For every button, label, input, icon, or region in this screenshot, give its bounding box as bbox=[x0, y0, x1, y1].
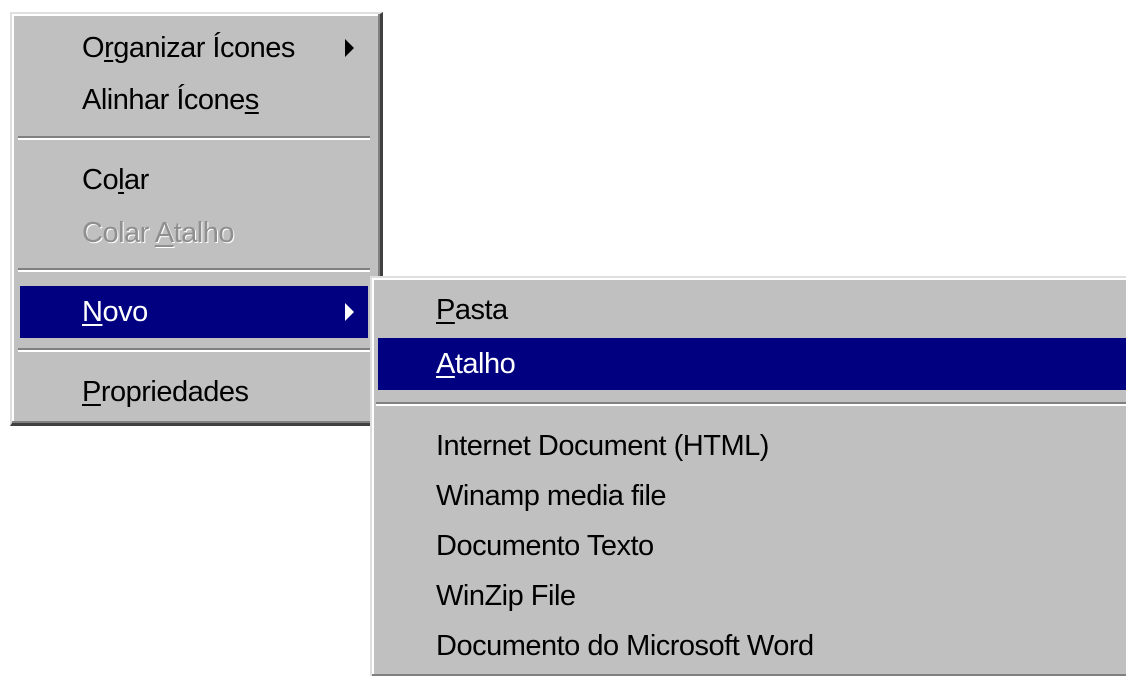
menu-item-label: Internet Document (HTML) bbox=[436, 430, 769, 462]
menu-separator bbox=[18, 136, 370, 140]
menu-item-label: Colar bbox=[82, 217, 155, 249]
menu-item-propriedades[interactable]: Propriedades bbox=[20, 366, 368, 418]
menu-item-label: Winamp media file bbox=[436, 480, 667, 512]
access-key: s bbox=[244, 84, 260, 116]
submenu-item-documento-texto[interactable]: Documento Texto bbox=[378, 520, 1126, 572]
menu-item-label: ovo bbox=[102, 296, 148, 328]
menu-item-novo[interactable]: Novo bbox=[20, 286, 368, 338]
menu-item-alinhar-icones[interactable]: Alinhar Ícones bbox=[20, 74, 368, 126]
access-key: N bbox=[82, 296, 103, 328]
menu-item-colar-atalho: Colar Atalho bbox=[20, 207, 368, 259]
desktop-context-menu: Organizar Ícones Alinhar Ícones Colar Co… bbox=[10, 12, 383, 426]
submenu-arrow-icon bbox=[345, 39, 354, 57]
submenu-item-winzip-file[interactable]: WinZip File bbox=[378, 570, 1126, 622]
submenu-item-atalho[interactable]: Atalho bbox=[378, 338, 1126, 390]
access-key: P bbox=[82, 376, 101, 408]
access-key: A bbox=[154, 217, 174, 249]
menu-item-label: ropriedades bbox=[100, 376, 249, 408]
menu-item-label: talho bbox=[173, 217, 235, 249]
submenu-arrow-icon bbox=[345, 303, 354, 321]
submenu-item-pasta[interactable]: Pasta bbox=[378, 284, 1126, 336]
access-key: r bbox=[104, 32, 114, 64]
menu-item-colar[interactable]: Colar bbox=[20, 154, 368, 206]
menu-item-label: asta bbox=[454, 294, 508, 326]
menu-separator bbox=[18, 348, 370, 352]
access-key: P bbox=[436, 294, 455, 326]
menu-item-label: ganizar Ícones bbox=[113, 32, 295, 64]
menu-item-label: talho bbox=[454, 348, 516, 380]
menu-item-label: Alinhar Ícone bbox=[82, 84, 245, 116]
submenu-item-winamp-media-file[interactable]: Winamp media file bbox=[378, 470, 1126, 522]
menu-item-label: O bbox=[82, 32, 105, 64]
submenu-item-internet-document[interactable]: Internet Document (HTML) bbox=[378, 420, 1126, 472]
menu-item-label: Documento do Microsoft Word bbox=[436, 630, 814, 662]
menu-item-organizar-icones[interactable]: Organizar Ícones bbox=[20, 22, 368, 74]
menu-separator bbox=[18, 268, 370, 272]
menu-item-label: WinZip File bbox=[436, 580, 576, 612]
menu-item-label: ar bbox=[124, 164, 149, 196]
menu-separator bbox=[376, 402, 1126, 406]
novo-submenu: Pasta Atalho Internet Document (HTML) Wi… bbox=[370, 276, 1126, 676]
submenu-item-documento-word[interactable]: Documento do Microsoft Word bbox=[378, 620, 1126, 672]
menu-item-label: Co bbox=[82, 164, 119, 196]
menu-item-label: Documento Texto bbox=[436, 530, 654, 562]
access-key: A bbox=[436, 348, 455, 380]
